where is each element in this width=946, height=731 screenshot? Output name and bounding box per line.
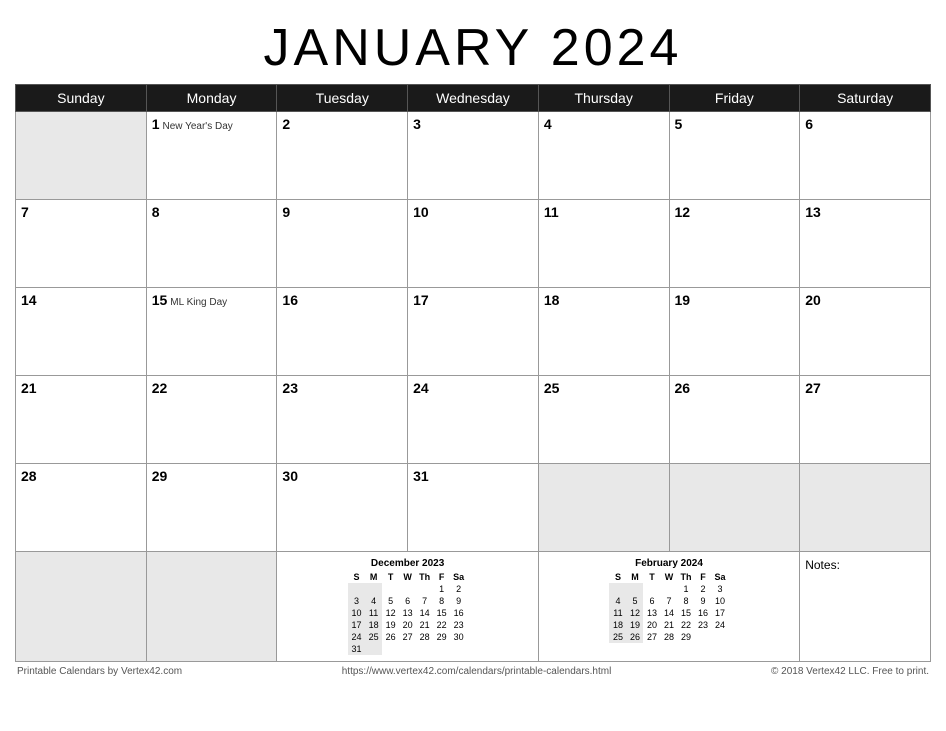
calendar-week-row: 7 8 9 10 11 12 13: [16, 200, 931, 288]
calendar-day-cell: [669, 464, 800, 552]
day-of-week-header: Monday: [146, 85, 277, 112]
calendar-day-cell: 25: [538, 376, 669, 464]
day-number: 21: [21, 380, 37, 396]
calendar-day-cell: 29: [146, 464, 277, 552]
calendar-day-cell: 15ML King Day: [146, 288, 277, 376]
day-number: 16: [282, 292, 298, 308]
day-of-week-header: Thursday: [538, 85, 669, 112]
calendar-day-cell: 19: [669, 288, 800, 376]
holiday-label: ML King Day: [170, 297, 227, 308]
calendar-day-cell: 14: [16, 288, 147, 376]
calendar-day-cell: 8: [146, 200, 277, 288]
calendar-day-cell: 10: [408, 200, 539, 288]
mini-feb-cell: February 2024SMTWThFSa123456789101112131…: [538, 552, 799, 662]
calendar-day-cell: 26: [669, 376, 800, 464]
calendar-page: JANUARY 2024 SundayMondayTuesdayWednesda…: [0, 0, 946, 686]
day-number: 2: [282, 116, 290, 132]
day-number: 12: [675, 204, 691, 220]
day-number: 7: [21, 204, 29, 220]
day-number: 28: [21, 468, 37, 484]
day-number: 9: [282, 204, 290, 220]
day-number: 14: [21, 292, 37, 308]
day-number: 18: [544, 292, 560, 308]
day-number: 13: [805, 204, 821, 220]
calendar-week-row: 28 29 30 31: [16, 464, 931, 552]
calendar-day-cell: 24: [408, 376, 539, 464]
calendar-day-cell: [800, 464, 931, 552]
day-number: 6: [805, 116, 813, 132]
footer-right: © 2018 Vertex42 LLC. Free to print.: [771, 666, 929, 677]
footer-left: Printable Calendars by Vertex42.com: [17, 666, 182, 677]
calendar-day-cell: 2: [277, 112, 408, 200]
calendar-day-cell: 18: [538, 288, 669, 376]
day-of-week-header: Tuesday: [277, 85, 408, 112]
day-of-week-header: Friday: [669, 85, 800, 112]
calendar-day-cell: 7: [16, 200, 147, 288]
day-number: 30: [282, 468, 298, 484]
calendar-day-cell: 1New Year's Day: [146, 112, 277, 200]
calendar-day-cell: 21: [16, 376, 147, 464]
day-number: 29: [152, 468, 168, 484]
calendar-day-cell: 11: [538, 200, 669, 288]
mini-dec-cell: December 2023SMTWThFSa123456789101112131…: [277, 552, 538, 662]
calendar-day-cell: 23: [277, 376, 408, 464]
footer: Printable Calendars by Vertex42.com http…: [15, 662, 931, 681]
day-number: 11: [544, 204, 559, 220]
day-of-week-header: Sunday: [16, 85, 147, 112]
day-number: 25: [544, 380, 560, 396]
day-of-week-header: Wednesday: [408, 85, 539, 112]
calendar-day-cell: 17: [408, 288, 539, 376]
day-number: 22: [152, 380, 168, 396]
calendar-day-cell: [16, 112, 147, 200]
day-number: 5: [675, 116, 683, 132]
calendar-week-row: 14 15ML King Day 16 17 18 19 20: [16, 288, 931, 376]
day-number: 15: [152, 292, 168, 308]
calendar-day-cell: 30: [277, 464, 408, 552]
calendar-day-cell: [538, 464, 669, 552]
calendar-day-cell: 16: [277, 288, 408, 376]
calendar-day-cell: 22: [146, 376, 277, 464]
day-number: 31: [413, 468, 429, 484]
calendar-day-cell: 6: [800, 112, 931, 200]
calendar-day-cell: 28: [16, 464, 147, 552]
day-number: 20: [805, 292, 821, 308]
calendar-week-row: 1New Year's Day 2 3 4 5 6: [16, 112, 931, 200]
footer-center: https://www.vertex42.com/calendars/print…: [342, 666, 612, 677]
calendar-table: SundayMondayTuesdayWednesdayThursdayFrid…: [15, 84, 931, 662]
mini-row-outside-cell: [146, 552, 277, 662]
day-number: 27: [805, 380, 821, 396]
day-number: 4: [544, 116, 552, 132]
day-number: 8: [152, 204, 160, 220]
calendar-day-cell: 9: [277, 200, 408, 288]
calendar-day-cell: 13: [800, 200, 931, 288]
mini-row-outside-cell: [16, 552, 147, 662]
day-number: 26: [675, 380, 691, 396]
calendar-day-cell: 27: [800, 376, 931, 464]
calendar-day-cell: 3: [408, 112, 539, 200]
day-number: 17: [413, 292, 429, 308]
day-of-week-header: Saturday: [800, 85, 931, 112]
day-number: 3: [413, 116, 421, 132]
day-number: 23: [282, 380, 298, 396]
calendar-day-cell: 31: [408, 464, 539, 552]
day-number: 19: [675, 292, 691, 308]
calendar-day-cell: 5: [669, 112, 800, 200]
calendar-day-cell: 12: [669, 200, 800, 288]
month-title: JANUARY 2024: [15, 10, 931, 84]
holiday-label: New Year's Day: [163, 121, 233, 132]
calendar-day-cell: 4: [538, 112, 669, 200]
day-number: 24: [413, 380, 429, 396]
day-number: 1: [152, 116, 160, 132]
day-number: 10: [413, 204, 429, 220]
calendar-week-row: 21 22 23 24 25 26 27: [16, 376, 931, 464]
notes-cell: Notes:: [800, 552, 931, 662]
calendar-day-cell: 20: [800, 288, 931, 376]
day-header-row: SundayMondayTuesdayWednesdayThursdayFrid…: [16, 85, 931, 112]
mini-calendars-row: December 2023SMTWThFSa123456789101112131…: [16, 552, 931, 662]
